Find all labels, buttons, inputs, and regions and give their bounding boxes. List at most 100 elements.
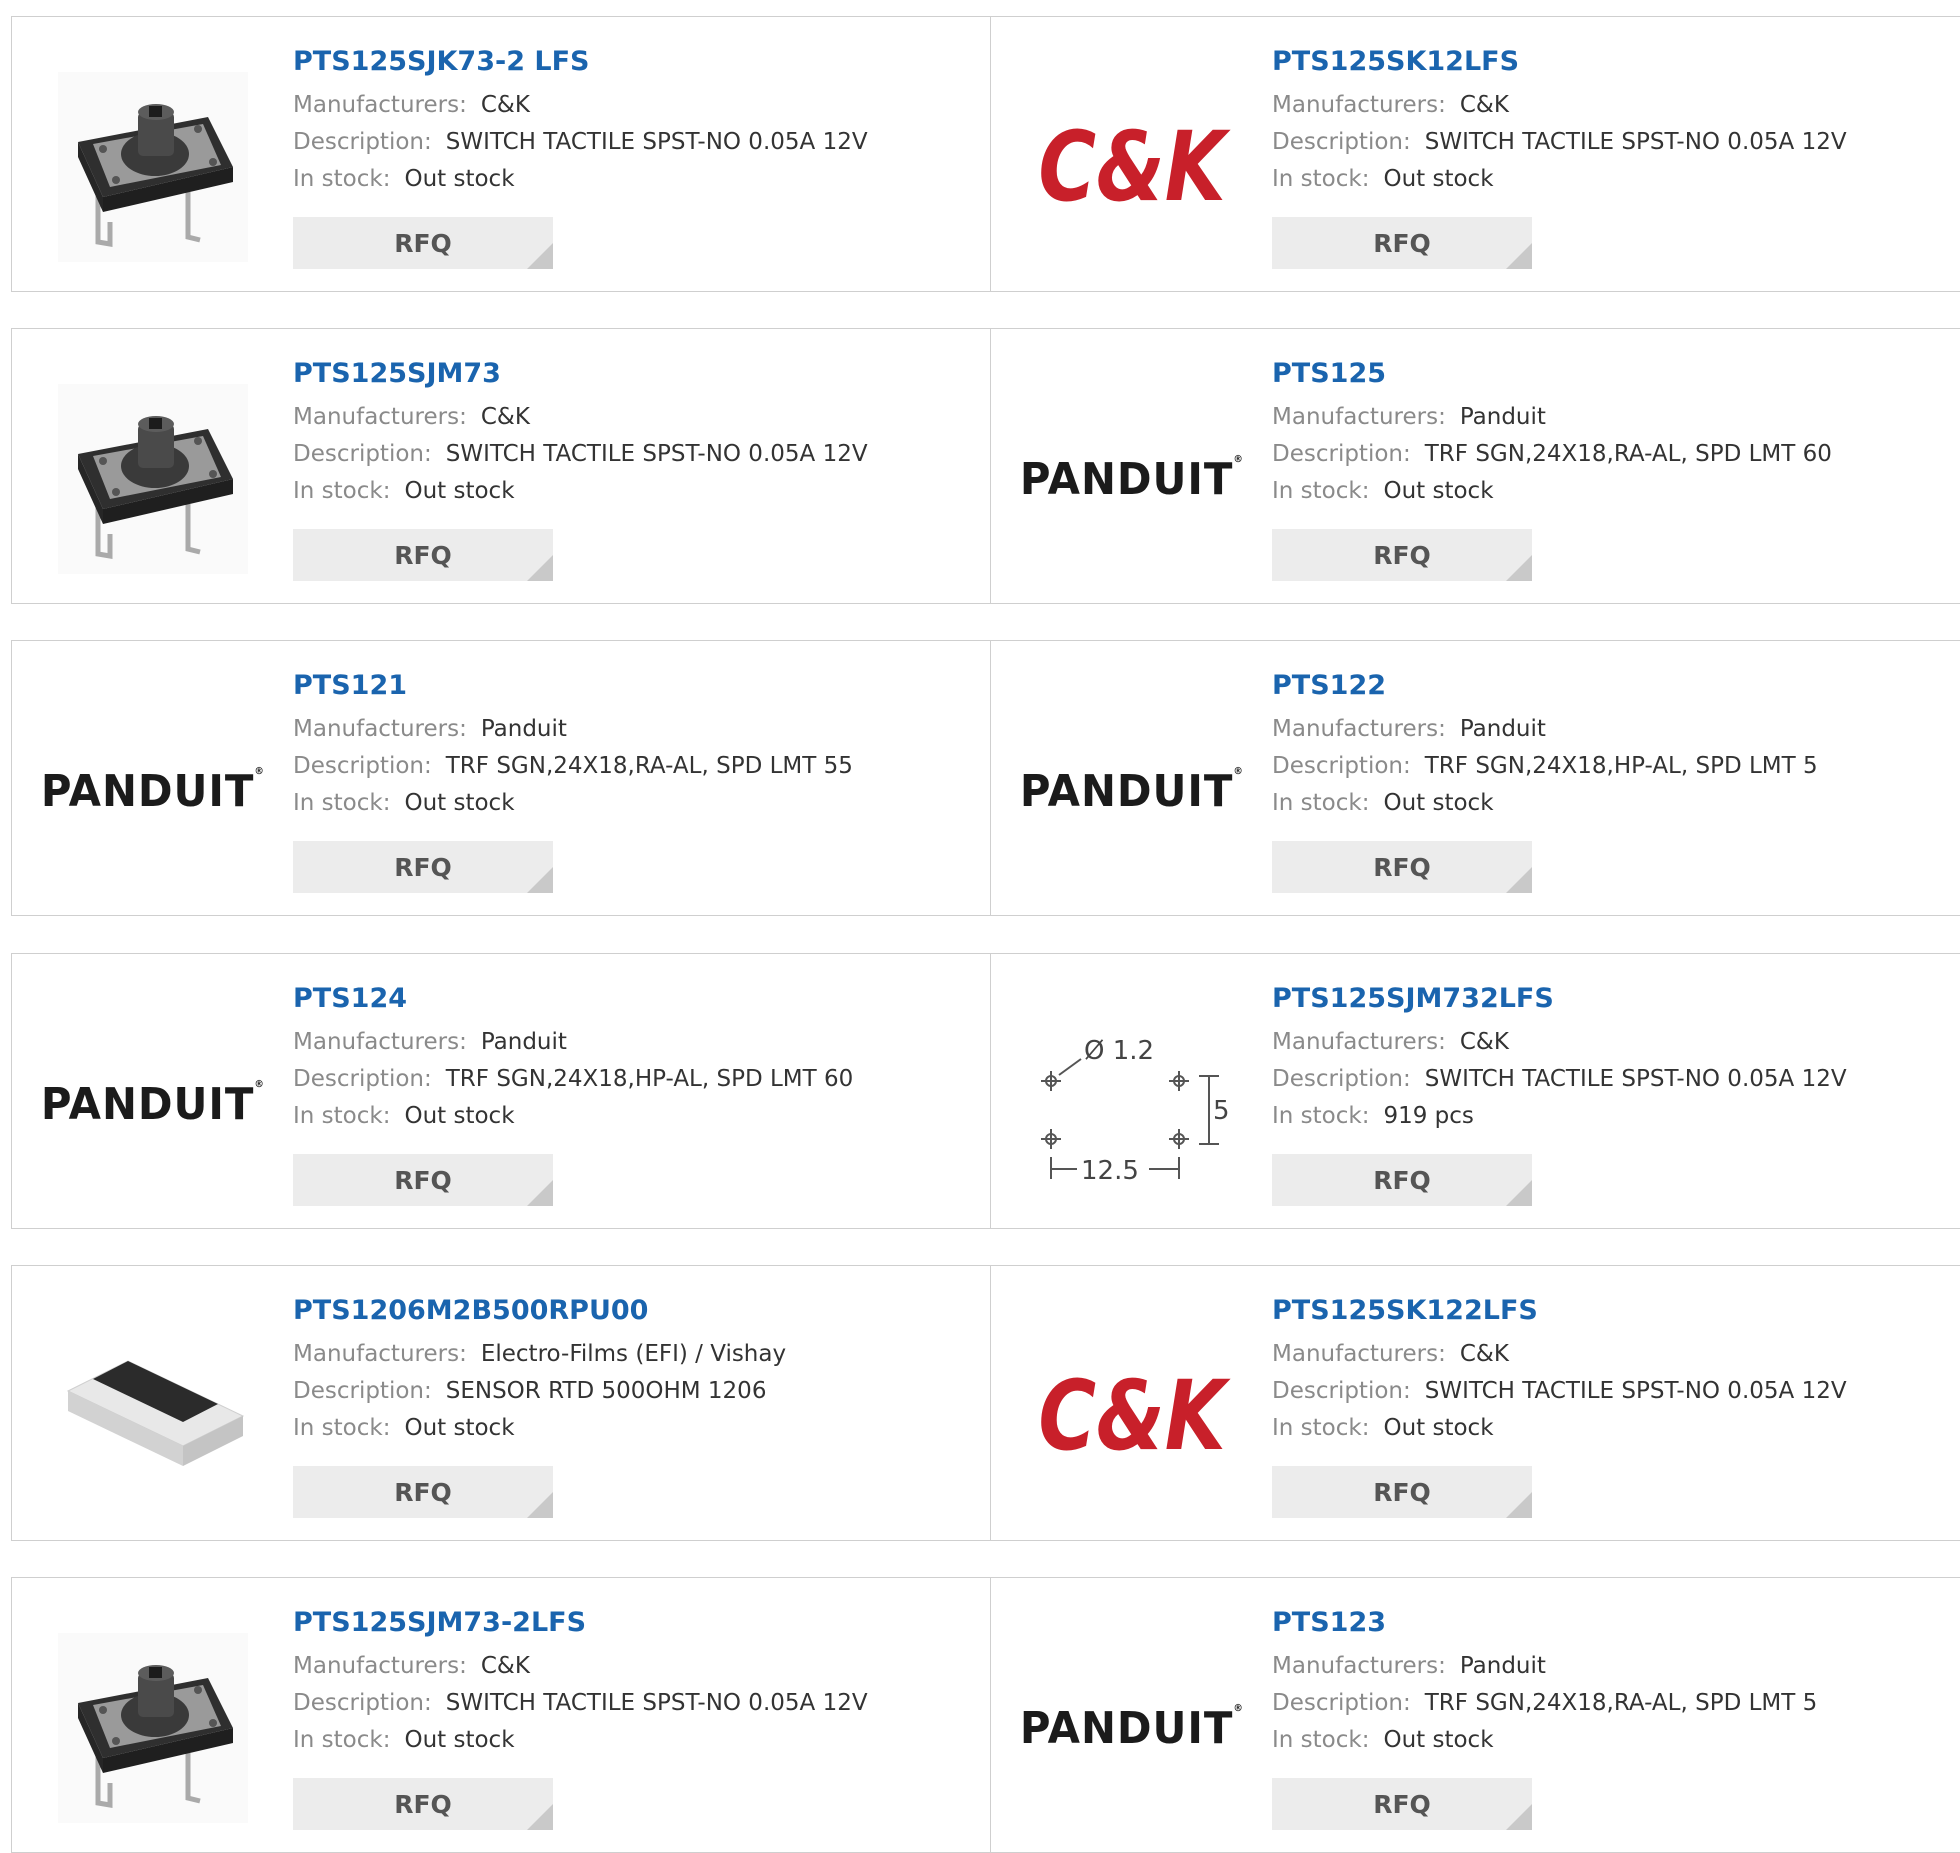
rfq-corner-triangle — [1506, 243, 1532, 269]
product-thumbnail[interactable] — [50, 1628, 256, 1828]
rfq-button[interactable]: RFQ — [293, 529, 553, 581]
product-thumbnail[interactable]: PANDUIT® — [1020, 1628, 1243, 1828]
rfq-button[interactable]: RFQ — [1272, 1778, 1532, 1830]
product-thumbnail[interactable]: C&K — [1029, 1316, 1235, 1516]
rfq-button[interactable]: RFQ — [293, 1778, 553, 1830]
stock-label: In stock: — [1272, 166, 1370, 192]
manufacturer-value: C&K — [480, 1653, 530, 1679]
rfq-corner-triangle — [1506, 867, 1532, 893]
stock-value: Out stock — [1383, 478, 1494, 504]
footprint-drawing-image: Ø 1.2 5 12.5 — [1041, 1036, 1230, 1186]
product-row: PTS1206M2B500RPU00 Manufacturers: Electro-… — [11, 1265, 1960, 1541]
product-grid: PTS125SJK73-2 LFS Manufacturers: C&K Descri… — [0, 0, 1960, 1853]
manufacturer-row: Manufacturers: Panduit — [1272, 711, 1940, 748]
product-info: PTS125SK122LFS Manufacturers: C&K Descripti… — [1272, 1294, 1940, 1447]
manufacturer-label: Manufacturers: — [1272, 92, 1446, 118]
product-thumbnail[interactable] — [50, 67, 256, 267]
rfq-button[interactable]: RFQ — [293, 217, 553, 269]
ck-logo-text: C&K — [1038, 1361, 1231, 1471]
product-card: PTS125SJM73-2LFS Manufacturers: C&K Descrip… — [12, 1578, 991, 1852]
description-label: Description: — [1272, 129, 1411, 155]
rfq-corner-triangle — [1506, 1180, 1532, 1206]
manufacturer-value: Panduit — [1459, 404, 1546, 430]
stock-label: In stock: — [293, 166, 391, 192]
product-card: PTS125SJM73 Manufacturers: C&K Description:… — [12, 329, 991, 603]
product-thumbnail[interactable]: PANDUIT® — [41, 1004, 264, 1204]
description-label: Description: — [293, 753, 432, 779]
tactile-switch-image — [58, 72, 248, 262]
product-info: PTS124 Manufacturers: Panduit Description: T… — [293, 982, 970, 1135]
product-thumbnail[interactable] — [50, 379, 256, 579]
product-card: Ø 1.2 5 12.5 PTS125SJM732LFS Manufacturer… — [991, 954, 1960, 1228]
description-row: Description: TRF SGN,24X18,RA-AL, SPD LMT… — [293, 748, 970, 785]
product-thumbnail[interactable] — [50, 1316, 256, 1516]
stock-row: In stock: Out stock — [293, 473, 970, 510]
product-info: PTS122 Manufacturers: Panduit Description: T… — [1272, 669, 1940, 822]
tactile-switch-image — [58, 1633, 248, 1823]
description-value: TRF SGN,24X18,HP-AL, SPD LMT 60 — [445, 1066, 854, 1092]
product-part-number-link[interactable]: PTS125SK122LFS — [1272, 1294, 1940, 1328]
description-value: SWITCH TACTILE SPST-NO 0.05A 12V — [445, 1690, 868, 1716]
product-row: PTS125SJM73 Manufacturers: C&K Description:… — [11, 328, 1960, 604]
rfq-button[interactable]: RFQ — [1272, 841, 1532, 893]
rfq-button[interactable]: RFQ — [293, 1466, 553, 1518]
stock-row: In stock: Out stock — [293, 161, 970, 198]
stock-row: In stock: Out stock — [293, 1722, 970, 1759]
product-part-number-link[interactable]: PTS125SK12LFS — [1272, 45, 1940, 79]
rfq-button[interactable]: RFQ — [1272, 1466, 1532, 1518]
description-label: Description: — [293, 1066, 432, 1092]
manufacturer-label: Manufacturers: — [293, 404, 467, 430]
product-part-number-link[interactable]: PTS125SJK73-2 LFS — [293, 45, 970, 79]
product-thumbnail[interactable]: PANDUIT® — [41, 691, 264, 891]
product-card: PTS125SJK73-2 LFS Manufacturers: C&K Descri… — [12, 17, 991, 291]
description-label: Description: — [1272, 1066, 1411, 1092]
product-part-number-link[interactable]: PTS125 — [1272, 357, 1940, 391]
description-row: Description: SWITCH TACTILE SPST-NO 0.05A… — [293, 124, 970, 161]
description-value: SWITCH TACTILE SPST-NO 0.05A 12V — [1424, 1066, 1847, 1092]
stock-row: In stock: Out stock — [1272, 1722, 1940, 1759]
product-part-number-link[interactable]: PTS1206M2B500RPU00 — [293, 1294, 970, 1328]
rfq-button-label: RFQ — [394, 228, 452, 258]
product-part-number-link[interactable]: PTS125SJM73 — [293, 357, 970, 391]
product-part-number-link[interactable]: PTS125SJM73-2LFS — [293, 1606, 970, 1640]
rfq-button[interactable]: RFQ — [293, 1154, 553, 1206]
product-card: PANDUIT® PTS125 Manufacturers: Panduit Desc… — [991, 329, 1960, 603]
rfq-button-label: RFQ — [1373, 228, 1431, 258]
product-part-number-link[interactable]: PTS124 — [293, 982, 970, 1016]
rfq-button-label: RFQ — [1373, 1165, 1431, 1195]
rfq-button[interactable]: RFQ — [1272, 529, 1532, 581]
footprint-height-label: 5 — [1213, 1096, 1230, 1126]
ck-logo: C&K — [1038, 112, 1231, 222]
product-thumbnail[interactable]: Ø 1.2 5 12.5 — [1029, 1004, 1235, 1204]
stock-row: In stock: Out stock — [293, 1098, 970, 1135]
product-card: C&K PTS125SK12LFS Manufacturers: C&K Descri… — [991, 17, 1960, 291]
manufacturer-row: Manufacturers: C&K — [293, 1648, 970, 1685]
rfq-button[interactable]: RFQ — [1272, 217, 1532, 269]
product-part-number-link[interactable]: PTS121 — [293, 669, 970, 703]
manufacturer-label: Manufacturers: — [1272, 1653, 1446, 1679]
stock-row: In stock: Out stock — [293, 785, 970, 822]
stock-value: Out stock — [404, 1415, 515, 1441]
rfq-button[interactable]: RFQ — [1272, 1154, 1532, 1206]
product-part-number-link[interactable]: PTS122 — [1272, 669, 1940, 703]
rfq-button[interactable]: RFQ — [293, 841, 553, 893]
manufacturer-row: Manufacturers: C&K — [293, 87, 970, 124]
description-label: Description: — [293, 129, 432, 155]
rfq-button-label: RFQ — [394, 540, 452, 570]
product-thumbnail[interactable]: C&K — [1029, 67, 1235, 267]
description-value: SWITCH TACTILE SPST-NO 0.05A 12V — [1424, 129, 1847, 155]
product-part-number-link[interactable]: PTS125SJM732LFS — [1272, 982, 1940, 1016]
description-value: TRF SGN,24X18,RA-AL, SPD LMT 60 — [1424, 441, 1832, 467]
manufacturer-label: Manufacturers: — [293, 92, 467, 118]
product-card: PANDUIT® PTS124 Manufacturers: Panduit Desc… — [12, 954, 991, 1228]
product-thumbnail[interactable]: PANDUIT® — [1020, 379, 1243, 579]
stock-value: Out stock — [1383, 790, 1494, 816]
ck-logo: C&K — [1038, 1361, 1231, 1471]
manufacturer-value: Panduit — [1459, 716, 1546, 742]
description-row: Description: SWITCH TACTILE SPST-NO 0.05A… — [1272, 124, 1940, 161]
product-thumbnail[interactable]: PANDUIT® — [1020, 691, 1243, 891]
stock-row: In stock: Out stock — [1272, 1410, 1940, 1447]
manufacturer-row: Manufacturers: Panduit — [293, 711, 970, 748]
product-part-number-link[interactable]: PTS123 — [1272, 1606, 1940, 1640]
manufacturer-value: Electro-Films (EFI) / Vishay — [480, 1341, 787, 1367]
